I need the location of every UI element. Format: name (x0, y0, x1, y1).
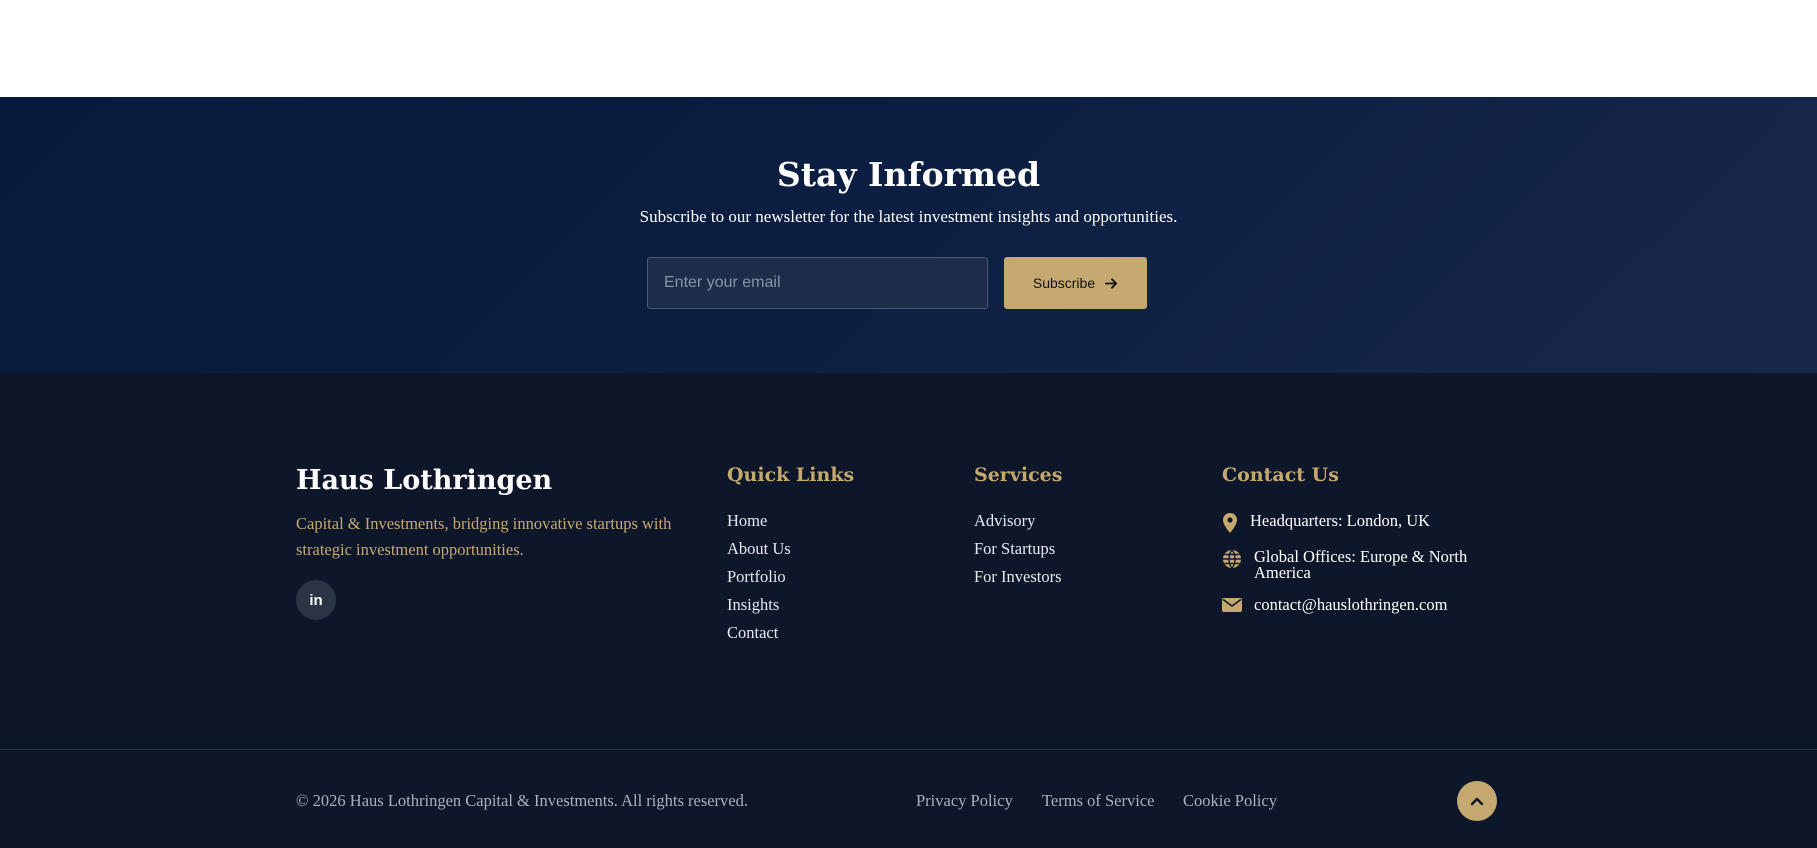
contact-headquarters: Headquarters: London, UK (1222, 511, 1431, 533)
brand-name: Haus Lothringen (296, 465, 553, 496)
contact-heading: Contact Us (1222, 464, 1339, 486)
linkedin-button[interactable]: in (296, 580, 336, 620)
globe-icon (1222, 549, 1242, 569)
arrow-right-icon (1105, 277, 1118, 289)
quick-link-about[interactable]: About Us (727, 539, 791, 567)
contact-offices: Global Offices: Europe & North America (1222, 547, 1474, 582)
service-investors[interactable]: For Investors (974, 567, 1062, 595)
offices-text: Global Offices: Europe & North America (1254, 547, 1468, 582)
service-advisory[interactable]: Advisory (974, 511, 1062, 539)
page-top-area (0, 0, 1817, 97)
service-startups[interactable]: For Startups (974, 539, 1062, 567)
quick-links-heading: Quick Links (727, 464, 855, 486)
email-text[interactable]: contact@hauslothringen.com (1254, 596, 1447, 613)
privacy-policy-link[interactable]: Privacy Policy (916, 791, 1013, 811)
envelope-icon (1222, 597, 1242, 613)
services-list: Advisory For Startups For Investors (974, 511, 1062, 595)
newsletter-subtitle: Subscribe to our newsletter for the late… (639, 207, 1178, 226)
quick-link-home[interactable]: Home (727, 511, 791, 539)
back-to-top-button[interactable] (1457, 781, 1497, 821)
chevron-up-icon (1470, 797, 1484, 806)
copyright-text: © 2026 Haus Lothringen Capital & Investm… (296, 791, 749, 810)
subscribe-label: Subscribe (1032, 275, 1096, 291)
quick-link-contact[interactable]: Contact (727, 623, 791, 651)
footer-divider (0, 749, 1817, 750)
map-pin-icon (1222, 513, 1238, 533)
quick-links-list: Home About Us Portfolio Insights Contact (727, 511, 791, 651)
brand-tagline: Capital & Investments, bridging innovati… (296, 514, 672, 559)
site-footer: Haus Lothringen Capital & Investments, b… (0, 373, 1817, 848)
headquarters-text: Headquarters: London, UK (1250, 511, 1431, 530)
newsletter-form: Subscribe (647, 257, 1147, 309)
subscribe-button[interactable]: Subscribe (1004, 257, 1147, 309)
newsletter-title: Stay Informed (776, 155, 1041, 194)
quick-link-insights[interactable]: Insights (727, 595, 791, 623)
newsletter-section: Stay Informed Subscribe to our newslette… (0, 97, 1817, 373)
contact-email: contact@hauslothringen.com (1222, 596, 1447, 613)
quick-link-portfolio[interactable]: Portfolio (727, 567, 791, 595)
cookie-policy-link[interactable]: Cookie Policy (1183, 791, 1277, 811)
services-heading: Services (974, 464, 1063, 486)
terms-of-service-link[interactable]: Terms of Service (1042, 791, 1154, 811)
linkedin-icon: in (309, 591, 323, 609)
email-input[interactable] (647, 257, 988, 309)
